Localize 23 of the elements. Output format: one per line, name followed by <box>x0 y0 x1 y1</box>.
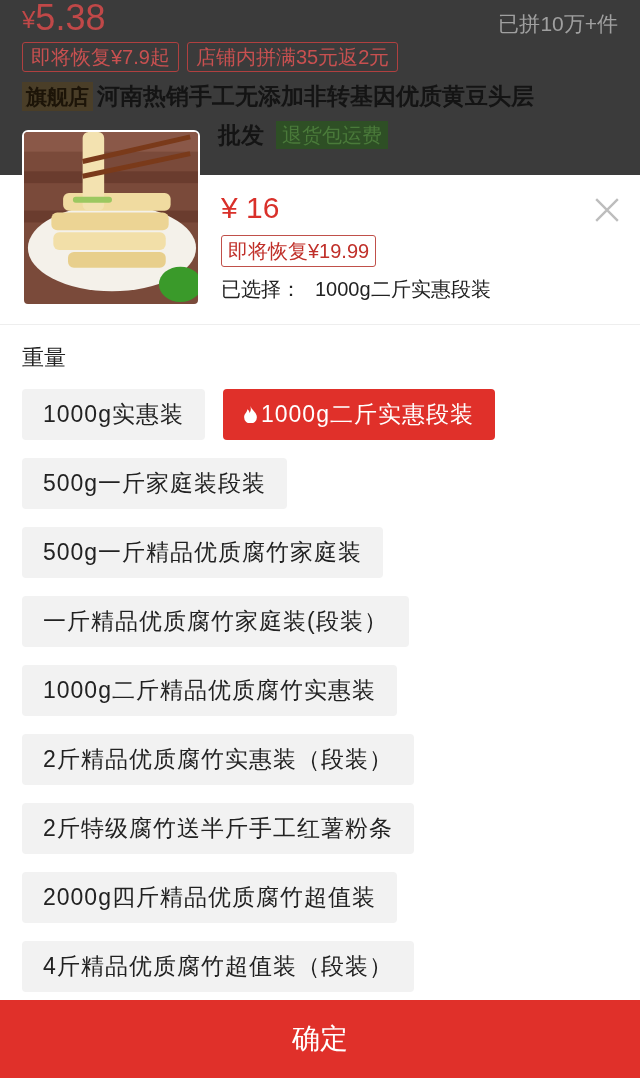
flame-icon <box>243 406 257 423</box>
product-price: 5.38 <box>35 0 106 36</box>
option-chip[interactable]: 2000g四斤精品优质腐竹超值装 <box>22 872 397 923</box>
price-symbol: ¥ <box>22 8 36 32</box>
option-chip[interactable]: 500g一斤家庭装段装 <box>22 458 288 509</box>
option-chip[interactable]: 2斤特级腐竹送半斤手工红薯粉条 <box>22 803 414 854</box>
promo-tag: 店铺内拼满35元返2元 <box>186 42 399 72</box>
confirm-button[interactable]: 确定 <box>0 1000 640 1078</box>
option-chip[interactable]: 一斤精品优质腐竹家庭装(段装） <box>22 596 409 647</box>
option-chip[interactable]: 1000g二斤精品优质腐竹实惠装 <box>22 665 397 716</box>
option-chip[interactable]: 1000g二斤实惠段装 <box>222 389 495 440</box>
original-price-tag: 即将恢复¥19.99 <box>221 235 377 267</box>
selected-label: 已选择： <box>221 279 301 299</box>
option-chip[interactable]: 2斤精品优质腐竹实惠装（段装） <box>22 734 414 785</box>
option-chip[interactable]: 4斤精品优质腐竹超值装（段装） <box>22 941 414 992</box>
promo-tag: 即将恢复¥7.9起 <box>22 42 179 72</box>
sold-count: 已拼10万+件 <box>498 13 618 34</box>
option-chip[interactable]: 500g一斤精品优质腐竹家庭装 <box>22 527 384 578</box>
sku-price: ¥ 16 <box>221 193 281 223</box>
group-title: 重量 <box>22 347 67 369</box>
selected-value: 1000g二斤实惠段装 <box>315 279 491 299</box>
close-icon[interactable] <box>594 197 620 223</box>
option-chip[interactable]: 1000g实惠装 <box>22 389 205 440</box>
